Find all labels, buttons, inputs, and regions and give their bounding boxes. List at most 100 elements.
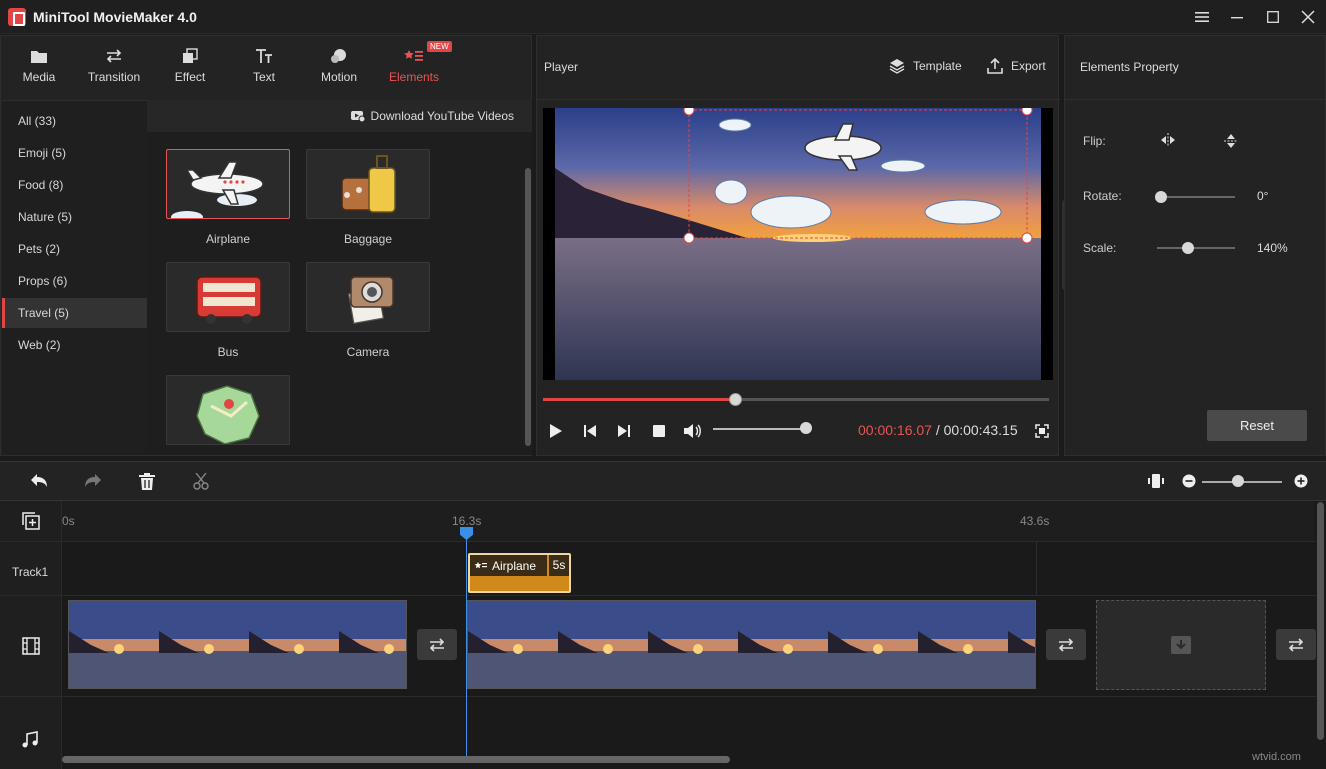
split-button[interactable]	[193, 473, 209, 493]
template-button[interactable]: Template	[889, 58, 962, 74]
zoom-handle[interactable]	[1232, 475, 1244, 487]
rotate-label: Rotate:	[1083, 189, 1122, 203]
sunset-sea-image	[543, 108, 1053, 380]
download-label: Download YouTube Videos	[371, 109, 514, 123]
total-time: 00:00:43.15	[944, 422, 1018, 438]
flip-horizontal-button[interactable]	[1160, 133, 1176, 150]
transition-slot[interactable]	[417, 629, 457, 660]
library-scrollbar[interactable]	[525, 168, 531, 446]
rotate-slider[interactable]	[1157, 196, 1235, 198]
category-props[interactable]: Props (6)	[2, 266, 147, 296]
category-pets[interactable]: Pets (2)	[2, 234, 147, 264]
previous-frame-button[interactable]	[579, 420, 601, 442]
category-nature[interactable]: Nature (5)	[2, 202, 147, 232]
zoom-out-icon	[1182, 474, 1196, 488]
timeline-horizontal-scrollbar[interactable]	[62, 756, 730, 763]
flip-vertical-button[interactable]	[1224, 133, 1238, 152]
element-label: Baggage	[306, 232, 430, 246]
fullscreen-button[interactable]	[1031, 420, 1053, 442]
drop-zone[interactable]	[1096, 600, 1266, 690]
timeline-toolbar	[0, 461, 1326, 501]
element-clip-airplane[interactable]: Airplane 5s	[468, 553, 571, 593]
menu-icon[interactable]	[1187, 5, 1217, 29]
zoom-in-button[interactable]	[1294, 474, 1308, 491]
motion-icon	[330, 48, 348, 64]
row-divider	[0, 595, 1316, 596]
category-travel[interactable]: Travel (5)	[2, 298, 147, 328]
tab-transition[interactable]: Transition	[76, 48, 152, 100]
track1-label: Track1	[12, 565, 48, 579]
transition-slot[interactable]	[1046, 629, 1086, 660]
play-button[interactable]	[545, 420, 567, 442]
map-icon	[167, 376, 290, 445]
tab-media[interactable]: Media	[1, 48, 77, 100]
reset-button[interactable]: Reset	[1207, 410, 1307, 441]
track-end-line	[1036, 541, 1037, 595]
current-time: 00:00:16.07	[858, 422, 932, 438]
close-icon[interactable]	[1293, 5, 1323, 29]
scale-value: 140%	[1257, 241, 1288, 255]
volume-handle[interactable]	[800, 422, 812, 434]
transition-slot[interactable]	[1276, 629, 1316, 660]
rotate-handle[interactable]	[1155, 191, 1167, 203]
new-badge: NEW	[427, 41, 452, 52]
video-clip-2[interactable]	[467, 600, 1036, 689]
element-baggage[interactable]	[306, 149, 430, 219]
category-all[interactable]: All (33)	[2, 106, 147, 136]
element-map[interactable]	[166, 375, 290, 445]
scale-slider[interactable]	[1157, 247, 1235, 249]
fit-to-timeline-button[interactable]	[1148, 473, 1164, 492]
volume-button[interactable]	[681, 420, 703, 442]
video-preview[interactable]	[543, 108, 1053, 380]
category-emoji[interactable]: Emoji (5)	[2, 138, 147, 168]
add-track-icon	[22, 512, 40, 530]
delete-button[interactable]	[139, 473, 155, 493]
text-icon	[255, 48, 273, 64]
zoom-out-button[interactable]	[1182, 474, 1196, 491]
baggage-icon	[307, 150, 430, 219]
flip-horizontal-icon	[1160, 133, 1176, 147]
element-bus[interactable]	[166, 262, 290, 332]
volume-slider[interactable]	[713, 428, 807, 430]
export-label: Export	[1011, 59, 1046, 73]
next-frame-button[interactable]	[613, 420, 635, 442]
category-web[interactable]: Web (2)	[2, 330, 147, 360]
time-ruler[interactable]: 0s 16.3s 43.6s	[62, 501, 1314, 541]
camera-icon	[307, 263, 430, 332]
download-youtube-button[interactable]: Download YouTube Videos	[147, 100, 532, 132]
fit-timeline-icon	[1148, 473, 1164, 489]
element-label: Camera	[306, 345, 430, 359]
category-food[interactable]: Food (8)	[2, 170, 147, 200]
element-camera[interactable]	[306, 262, 430, 332]
playback-progress-bar[interactable]	[543, 398, 1049, 401]
tab-text[interactable]: Text	[226, 48, 302, 100]
import-icon	[1170, 635, 1192, 655]
time-separator: /	[932, 422, 944, 438]
redo-button[interactable]	[84, 473, 102, 492]
undo-button[interactable]	[30, 473, 48, 492]
tab-elements[interactable]: Elements	[376, 48, 452, 100]
scale-label: Scale:	[1083, 241, 1116, 255]
tab-motion[interactable]: Motion	[301, 48, 377, 100]
minimize-icon[interactable]	[1222, 5, 1252, 29]
scale-handle[interactable]	[1182, 242, 1194, 254]
progress-handle[interactable]	[729, 393, 742, 406]
element-label: Airplane	[166, 232, 290, 246]
add-track-button[interactable]	[22, 512, 40, 533]
timecode: 00:00:16.07 / 00:00:43.15	[858, 422, 1018, 438]
player-title: Player	[544, 60, 578, 74]
undo-icon	[30, 473, 48, 489]
swap-icon	[1057, 638, 1075, 652]
element-airplane[interactable]	[166, 149, 290, 219]
timeline-vertical-scrollbar[interactable]	[1317, 502, 1324, 740]
youtube-download-icon	[351, 110, 365, 122]
fullscreen-icon	[1035, 424, 1049, 438]
tab-effect[interactable]: Effect	[152, 48, 228, 100]
transition-icon	[105, 48, 123, 64]
export-button[interactable]: Export	[987, 58, 1046, 74]
stop-button[interactable]	[648, 420, 670, 442]
skip-forward-icon	[617, 424, 631, 438]
video-clip-1[interactable]	[68, 600, 407, 689]
maximize-icon[interactable]	[1258, 5, 1288, 29]
playhead-line[interactable]	[466, 531, 467, 757]
